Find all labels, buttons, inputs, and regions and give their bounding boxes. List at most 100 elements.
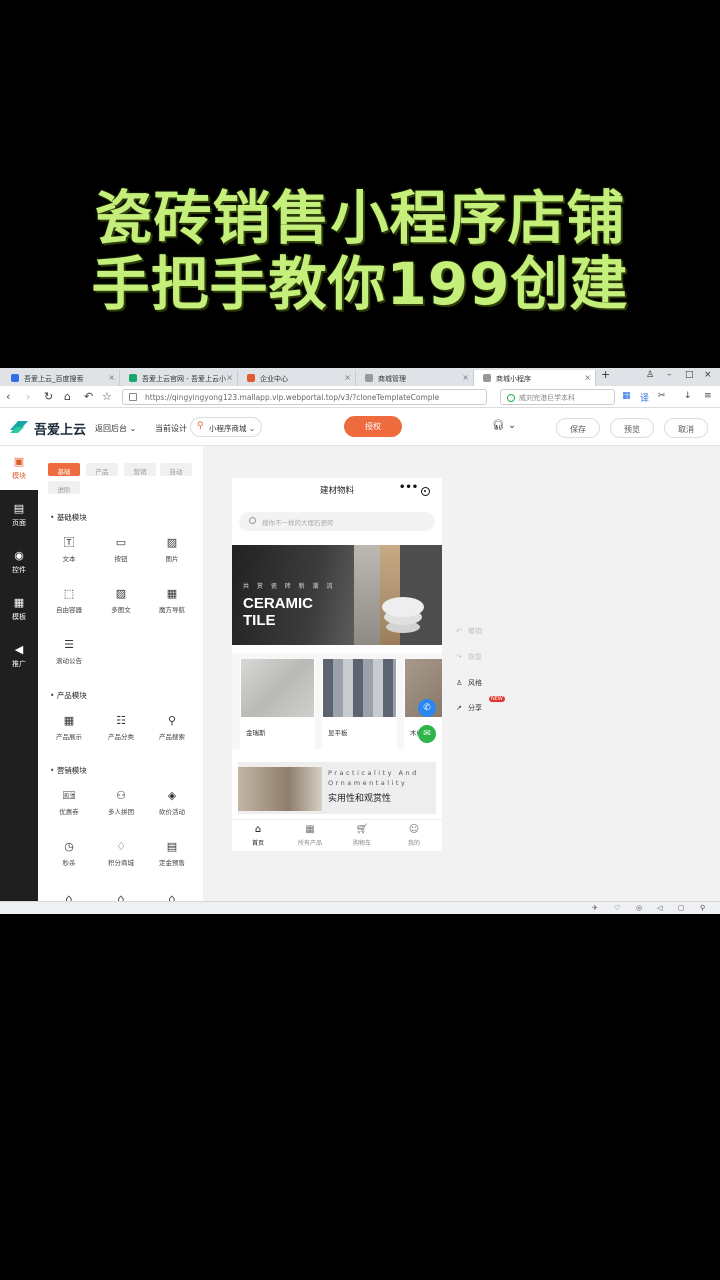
wechat-icon[interactable]: ✉ [418,725,436,743]
new-tab-icon[interactable]: + [601,368,610,381]
panel-tab-product[interactable]: 产品 [86,463,118,476]
maximize-icon[interactable]: □ [685,370,694,380]
module-icon: ▣ [13,455,25,468]
more-icon[interactable]: ••• [399,482,418,493]
widget-label: 魔方导航 [159,606,185,614]
cancel-button[interactable]: 取消 [664,418,708,438]
nav-item-module[interactable]: ▣ 模块 [0,446,38,490]
close-icon[interactable]: × [226,373,233,382]
home-icon[interactable]: ⌂ [64,390,71,403]
save-button[interactable]: 保存 [556,418,600,438]
banner-title: CERAMIC TILE [243,595,313,629]
widget-more-3[interactable]: ⌂ [150,892,194,901]
page-icon [483,374,491,382]
nav-item-promote[interactable]: ◀ 推广 [0,634,38,678]
tool-label: 撤销 [468,627,482,635]
panel-tab-auto[interactable]: 自动 [160,463,192,476]
banner[interactable]: 共 赏 瓷 砖 新 潮 流 CERAMIC TILE [232,545,442,645]
widget-flash-sale[interactable]: ◷ 秒杀 [47,840,91,867]
widget-product-category[interactable]: ☷ 产品分类 [99,714,143,741]
widget-button[interactable]: ▭ 按钮 [99,536,143,563]
browser-screenshot: 吾爱上云_百度搜索 × 吾爱上云官网 - 吾爱上云小 × 企业中心 × 商城管理… [0,368,720,914]
search-text: 威刘完港巨学本科 [519,394,575,402]
star-icon[interactable]: ☆ [102,390,112,403]
authorize-button[interactable]: 授权 [344,416,402,437]
page-icon [365,374,373,382]
minimize-icon[interactable]: – [667,370,672,380]
download-icon[interactable]: ↓ [684,391,692,401]
browser-tab[interactable]: 吾爱上云_百度搜索 × [2,370,120,386]
panel-tab-basic[interactable]: 基础 [48,463,80,476]
shirt-icon[interactable]: ♙ [646,370,654,380]
browser-status-bar: ✈ ♡ ◎ ◁ ▢ ⚲ [0,901,720,914]
back-to-admin-button[interactable]: 返回后台 ⌄ [95,423,136,434]
store-select[interactable]: 小程序商城 ⌄ [190,417,262,437]
phone-tab-products[interactable]: ▦ 所有产品 [284,824,336,847]
widget-notice[interactable]: ☰ 滚动公告 [47,638,91,665]
browser-tab-active[interactable]: 商城小程序 × [474,370,596,386]
browser-tab[interactable]: 商城管理 × [356,370,474,386]
phone-tab-mine[interactable]: ☺ 我的 [388,824,440,847]
panel-tab-marketing[interactable]: 营销 [124,463,156,476]
undo-button[interactable]: ↶ 撤销 [456,626,482,636]
close-icon[interactable]: × [462,373,469,382]
phone-preview[interactable]: 建材物料 ••• 搜你不一样的大理石瓷砖 共 赏 瓷 砖 新 潮 流 CERAM… [232,478,442,851]
nav-item-page[interactable]: ▤ 页面 [0,493,38,537]
phone-tab-label: 首页 [251,840,264,847]
nav-item-control[interactable]: ◉ 控件 [0,540,38,584]
widget-product-search[interactable]: ⚲ 产品搜索 [150,714,194,741]
phone-tab-label: 购物车 [352,840,371,847]
widget-text[interactable]: 🅃 文本 [47,536,91,563]
widget-more-1[interactable]: ⌂ [47,892,91,901]
widget-presale[interactable]: ▤ 定金预售 [150,840,194,867]
widget-image[interactable]: ▨ 图片 [150,536,194,563]
current-design-label: 当前设计 [155,424,187,433]
phone-search-bar[interactable]: 搜你不一样的大理石瓷砖 [239,512,435,531]
share-button[interactable]: ↗ 分享 NEW [456,696,505,713]
product-card[interactable]: 金瑞斯 [240,659,315,749]
nav-item-template[interactable]: ▦ 模板 [0,587,38,631]
style-button[interactable]: ♙ 风格 [456,678,482,688]
translate-icon[interactable]: 译 [640,391,649,404]
browser-tab[interactable]: 企业中心 × [238,370,356,386]
feature-strip[interactable]: Practicality And Ornamentality 实用性和观赏性 [238,762,436,814]
notice-icon: ☰ [64,638,74,651]
headset-icon[interactable]: 🎧︎ ⌄ [492,420,516,431]
target-icon[interactable] [421,487,430,496]
forward-icon[interactable]: › [26,390,30,403]
widget-cube-nav[interactable]: ▦ 魔方导航 [150,587,194,614]
widget-group-buy[interactable]: ⚇ 多人拼团 [99,789,143,816]
reload-icon[interactable]: ↻ [44,390,53,403]
close-icon[interactable]: × [584,373,591,382]
widget-bargain[interactable]: ◈ 砍价活动 [150,789,194,816]
widget-points-mall[interactable]: ♢ 积分商城 [99,840,143,867]
back-icon[interactable]: ‹ [6,390,10,403]
redo-button[interactable]: ↷ 恢复 [456,652,482,662]
phone-call-icon[interactable]: ✆ [418,699,436,717]
speaker-icon: ◁ [657,904,663,912]
shirt-icon: ♙ [456,679,463,687]
widget-free-container[interactable]: ⬚ 自由容器 [47,587,91,614]
phone-tab-cart[interactable]: 🛒︎ 购物车 [336,824,388,847]
banner-subtitle: 共 赏 瓷 砖 新 潮 流 [243,583,336,590]
browser-tab[interactable]: 吾爱上云官网 - 吾爱上云小 × [120,370,238,386]
close-window-icon[interactable]: × [704,370,712,380]
product-card[interactable]: 显平板 [322,659,397,749]
phone-tab-home[interactable]: ⌂ 首页 [232,824,284,847]
search-grid-icon: ⚲ [167,714,177,727]
widget-product-display[interactable]: ▦ 产品展示 [47,714,91,741]
cut-icon[interactable]: ✂ [658,391,666,401]
url-field[interactable]: https://qingyingyong123.mallapp.vip.webp… [122,389,487,405]
widget-more-2[interactable]: ⌂ [99,892,143,901]
undo-icon[interactable]: ↶ [84,390,93,403]
preview-button[interactable]: 预览 [610,418,654,438]
close-icon[interactable]: × [108,373,115,382]
widget-multi-image-text[interactable]: ▨ 多图文 [99,587,143,614]
close-icon[interactable]: × [344,373,351,382]
widget-coupon[interactable]: 🎫︎ 优惠券 [47,789,91,816]
browser-search-field[interactable]: 威刘完港巨学本科 [500,389,615,405]
apps-icon[interactable]: ▦ [622,391,631,401]
panel-tab-advanced[interactable]: 进阶 [48,481,80,494]
menu-icon[interactable]: ≡ [704,391,712,401]
speed-icon: ✈ [592,904,598,912]
